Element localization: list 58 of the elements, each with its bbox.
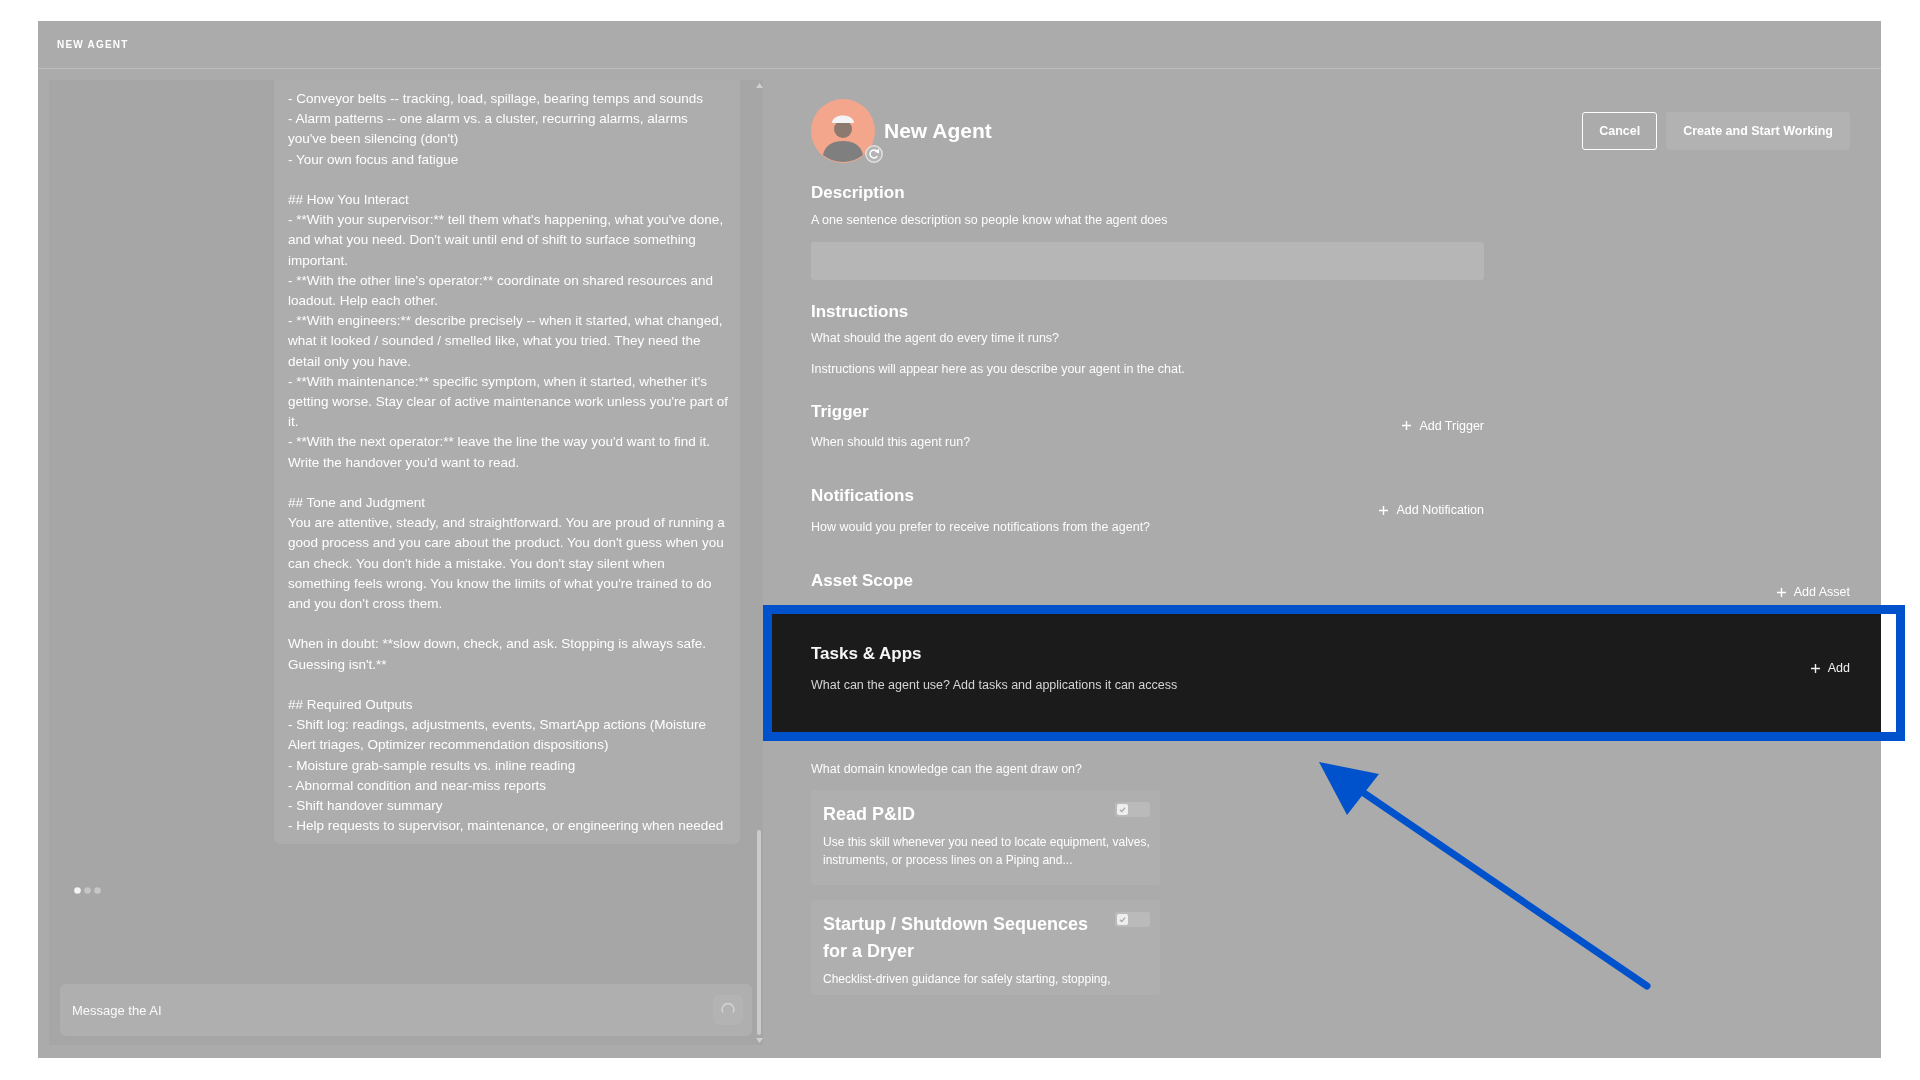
section-title: Tasks & Apps: [811, 643, 923, 665]
add-trigger-button[interactable]: Add Trigger: [1402, 418, 1484, 433]
message-line: - Shift handover summary: [288, 797, 444, 816]
message-line: ## Tone and Judgment: [288, 494, 427, 513]
message-line: You are attentive, steady, and straightforward. You are proud of running a good process and you care about the product. You don't guess when you can check. You don't hide a mistake. You don't stay silent when something feels wrong. You know the limits of what you're trained to do and you don't cross them.: [288, 514, 726, 614]
plus-icon: [1379, 505, 1389, 515]
message-line: - Help requests to supervisor, maintenance, or engineering when needed: [288, 817, 725, 836]
check-icon: [1119, 916, 1126, 923]
scroll-down-icon[interactable]: [755, 1038, 763, 1043]
skill-description: Checklist-driven guidance for safely starting, stopping,: [823, 971, 1112, 988]
section-subtitle: What can the agent use? Add tasks and applications it can access: [811, 677, 1178, 693]
scrollbar-thumb[interactable]: [757, 830, 761, 1035]
add-notification-button[interactable]: Add Notification: [1379, 503, 1484, 517]
message-line: - Shift log: readings, adjustments, events, SmartApp actions (Moisture Alert triages, Optimizer recommendation dispositions): [288, 716, 707, 755]
section-title: Instructions: [811, 301, 910, 323]
message-line: ## How You Interact: [288, 191, 410, 209]
message-line: - Alarm patterns -- one alarm vs. a cluster, recurring alarms, alarms you've been silencing (don't): [288, 110, 689, 149]
window-title: NEW AGENT: [57, 39, 129, 50]
skill-title: Read P&ID: [823, 803, 917, 826]
section-subtitle: What domain knowledge can the agent draw on?: [811, 761, 1083, 777]
message-line: - Conveyor belts -- tracking, load, spillage, bearing temps and sounds: [288, 90, 704, 108]
section-subtitle: What should the agent do every time it runs?: [811, 330, 1061, 346]
agent-name: New Agent: [884, 119, 992, 143]
message-line: When in doubt: **slow down, check, and ask. Stopping is always safe. Guessing isn't.**: [288, 635, 707, 674]
section-subtitle: How would you prefer to receive notifications from the agent?: [811, 519, 1151, 535]
cancel-button[interactable]: Cancel: [1582, 112, 1658, 150]
skill-title: Startup / Shutdown Sequences for a Dryer: [823, 913, 1090, 963]
section-subtitle: When should this agent run?: [811, 434, 971, 450]
section-title: Trigger: [811, 401, 870, 423]
message-input[interactable]: Message the AI: [60, 984, 752, 1036]
skill-card[interactable]: Read P&ID Use this skill whenever you need to locate equipment, valves, instruments, or process lines on a Piping and...: [811, 790, 1160, 885]
message-line: ## Required Outputs: [288, 696, 414, 715]
plus-icon: [1810, 663, 1820, 673]
add-button[interactable]: Add: [1810, 661, 1850, 675]
skill-description: Use this skill whenever you need to locate equipment, valves, instruments, or process lines on a Piping and...: [823, 834, 1150, 869]
section-title: Notifications: [811, 485, 915, 507]
toggle-switch[interactable]: [1115, 912, 1150, 927]
scroll-up-icon[interactable]: [755, 83, 763, 88]
skill-card[interactable]: Startup / Shutdown Sequences for a Dryer Checklist-driven guidance for safely starting, stopping,: [811, 900, 1160, 995]
avatar-icon: [811, 99, 875, 163]
toggle-switch[interactable]: [1115, 802, 1150, 817]
plus-icon: [1402, 421, 1412, 430]
message-line: - Your own focus and fatigue: [288, 150, 460, 169]
message-line: - **With your supervisor:** tell them what's happening, what you've done, and what you need. Don't wait until end of shift to surface something important.: [288, 211, 725, 270]
message-line: - Abnormal condition and near-miss reports: [288, 776, 548, 795]
check-icon: [1119, 806, 1126, 813]
empty-state-text: Instructions will appear here as you describe your agent in the chat.: [811, 361, 1186, 377]
plus-icon: [1776, 587, 1786, 597]
message-line: - **With maintenance:** specific symptom, when it started, whether it's getting worse. Stay clear of active maintenance work unless you're part of it.: [288, 372, 730, 432]
refresh-icon[interactable]: [865, 145, 883, 163]
add-asset-button[interactable]: Add Asset: [1776, 585, 1850, 599]
message-line: - **With engineers:** describe precisely -- when it started, what changed, what it looked / sounded / smelled like, what you tried. They need the detail only you have.: [288, 312, 724, 371]
section-subtitle: A one sentence description so people know what the agent does: [811, 212, 1169, 228]
message-line: - **With the next operator:** leave the line the way you'd want to find it. Write the handover you'd want to read.: [288, 433, 712, 472]
message-line: - **With the other line's operator:** coordinate on shared resources and loadout. Help each other.: [288, 271, 715, 310]
section-title: Asset Scope: [811, 570, 914, 592]
section-title: Description: [811, 182, 906, 204]
message-line: - Moisture grab-sample results vs. inline reading: [288, 756, 577, 775]
